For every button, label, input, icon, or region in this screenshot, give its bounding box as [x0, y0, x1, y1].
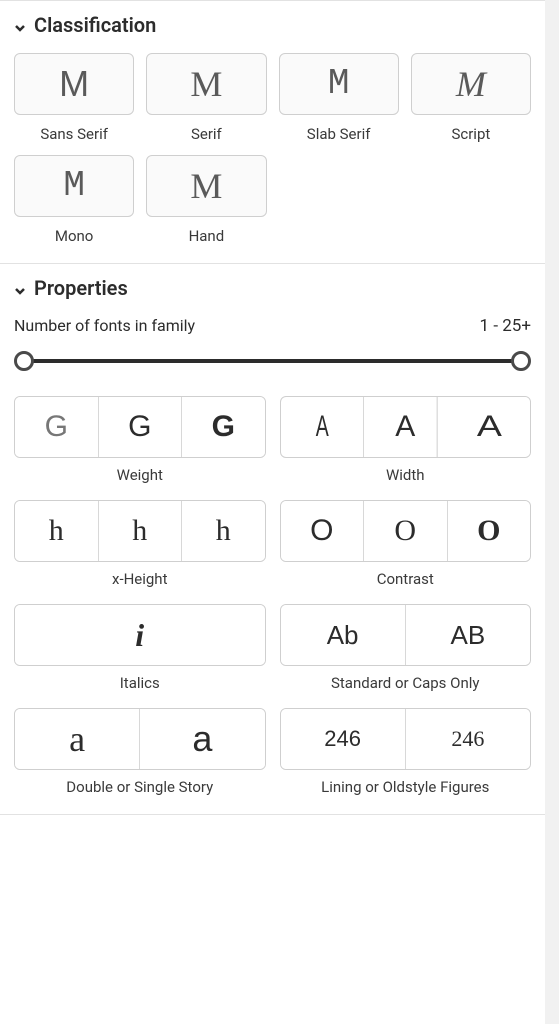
- classification-item-serif: M Serif: [146, 53, 266, 143]
- slider-handle-max[interactable]: [511, 351, 531, 371]
- classification-item-script: M Script: [411, 53, 531, 143]
- width-block: A A A Width: [280, 396, 532, 484]
- classification-section: Classification M Sans Serif M Serif M Sl…: [0, 1, 545, 264]
- caps-label: Standard or Caps Only: [331, 674, 480, 692]
- properties-title: Properties: [34, 276, 128, 300]
- properties-section: Properties Number of fonts in family 1 -…: [0, 264, 545, 815]
- xheight-segment: h h h: [14, 500, 266, 562]
- width-label: Width: [386, 466, 425, 484]
- weight-segment: G G G: [14, 396, 266, 458]
- classification-card-mono[interactable]: M: [14, 155, 134, 217]
- story-block: a a Double or Single Story: [14, 708, 266, 796]
- caps-segment: Ab AB: [280, 604, 532, 666]
- chevron-down-icon: [14, 19, 26, 31]
- contrast-label: Contrast: [377, 570, 434, 588]
- xheight-option-high[interactable]: h: [181, 501, 265, 561]
- classification-card-slab-serif[interactable]: M: [279, 53, 399, 115]
- glyph-slab-serif: M: [328, 66, 350, 102]
- chevron-down-icon: [14, 282, 26, 294]
- xheight-option-low[interactable]: h: [15, 501, 98, 561]
- italics-label: Italics: [120, 674, 160, 692]
- glyph-mono: M: [63, 168, 85, 204]
- story-option-double[interactable]: a: [15, 709, 139, 769]
- classification-label: Sans Serif: [40, 125, 108, 143]
- weight-block: G G G Weight: [14, 396, 266, 484]
- classification-label: Mono: [55, 227, 94, 245]
- classification-label: Hand: [189, 227, 225, 245]
- classification-item-sans-serif: M Sans Serif: [14, 53, 134, 143]
- properties-grid: G G G Weight A A A Width h h h x-Height: [14, 396, 531, 796]
- story-segment: a a: [14, 708, 266, 770]
- width-option-regular[interactable]: A: [363, 397, 447, 457]
- weight-option-bold[interactable]: G: [181, 397, 265, 457]
- figures-option-lining[interactable]: 246: [281, 709, 405, 769]
- weight-label: Weight: [117, 466, 163, 484]
- classification-title: Classification: [34, 13, 156, 37]
- classification-item-hand: M Hand: [146, 155, 266, 245]
- contrast-block: O O O Contrast: [280, 500, 532, 588]
- classification-label: Script: [451, 125, 490, 143]
- family-count-slider[interactable]: [14, 350, 531, 372]
- italics-segment: i: [14, 604, 266, 666]
- caps-block: Ab AB Standard or Caps Only: [280, 604, 532, 692]
- italics-block: i Italics: [14, 604, 266, 692]
- contrast-segment: O O O: [280, 500, 532, 562]
- family-count-row: Number of fonts in family 1 - 25+: [14, 316, 531, 336]
- figures-option-oldstyle[interactable]: 246: [405, 709, 530, 769]
- figures-label: Lining or Oldstyle Figures: [321, 778, 489, 796]
- scrollbar-gutter[interactable]: [545, 0, 559, 1024]
- classification-card-serif[interactable]: M: [146, 53, 266, 115]
- story-label: Double or Single Story: [66, 778, 213, 796]
- contrast-option-high[interactable]: O: [447, 501, 531, 561]
- xheight-label: x-Height: [112, 570, 167, 588]
- slider-handle-min[interactable]: [14, 351, 34, 371]
- classification-card-script[interactable]: M: [411, 53, 531, 115]
- width-segment: A A A: [280, 396, 532, 458]
- caps-option-standard[interactable]: Ab: [281, 605, 405, 665]
- contrast-option-mid[interactable]: O: [363, 501, 447, 561]
- classification-header[interactable]: Classification: [14, 13, 531, 37]
- xheight-block: h h h x-Height: [14, 500, 266, 588]
- width-option-wide[interactable]: A: [436, 397, 531, 457]
- italics-option[interactable]: i: [15, 605, 265, 665]
- caps-option-capsonly[interactable]: AB: [405, 605, 530, 665]
- glyph-sans-serif: M: [59, 66, 89, 102]
- classification-item-mono: M Mono: [14, 155, 134, 245]
- glyph-script: M: [456, 66, 486, 102]
- classification-label: Serif: [191, 125, 222, 143]
- weight-option-regular[interactable]: G: [98, 397, 182, 457]
- story-option-single[interactable]: a: [139, 709, 264, 769]
- figures-segment: 246 246: [280, 708, 532, 770]
- slider-track: [24, 359, 521, 363]
- classification-label: Slab Serif: [307, 125, 371, 143]
- classification-item-slab-serif: M Slab Serif: [279, 53, 399, 143]
- classification-card-hand[interactable]: M: [146, 155, 266, 217]
- family-count-range: 1 - 25+: [480, 316, 531, 336]
- xheight-option-mid[interactable]: h: [98, 501, 182, 561]
- glyph-hand: M: [190, 168, 222, 204]
- weight-option-thin[interactable]: G: [15, 397, 98, 457]
- glyph-serif: M: [190, 66, 222, 102]
- width-option-narrow[interactable]: A: [295, 397, 349, 457]
- family-count-label: Number of fonts in family: [14, 316, 195, 335]
- properties-header[interactable]: Properties: [14, 276, 531, 300]
- contrast-option-low[interactable]: O: [281, 501, 364, 561]
- figures-block: 246 246 Lining or Oldstyle Figures: [280, 708, 532, 796]
- classification-card-sans-serif[interactable]: M: [14, 53, 134, 115]
- classification-grid: M Sans Serif M Serif M Slab Serif M Scri…: [14, 53, 531, 245]
